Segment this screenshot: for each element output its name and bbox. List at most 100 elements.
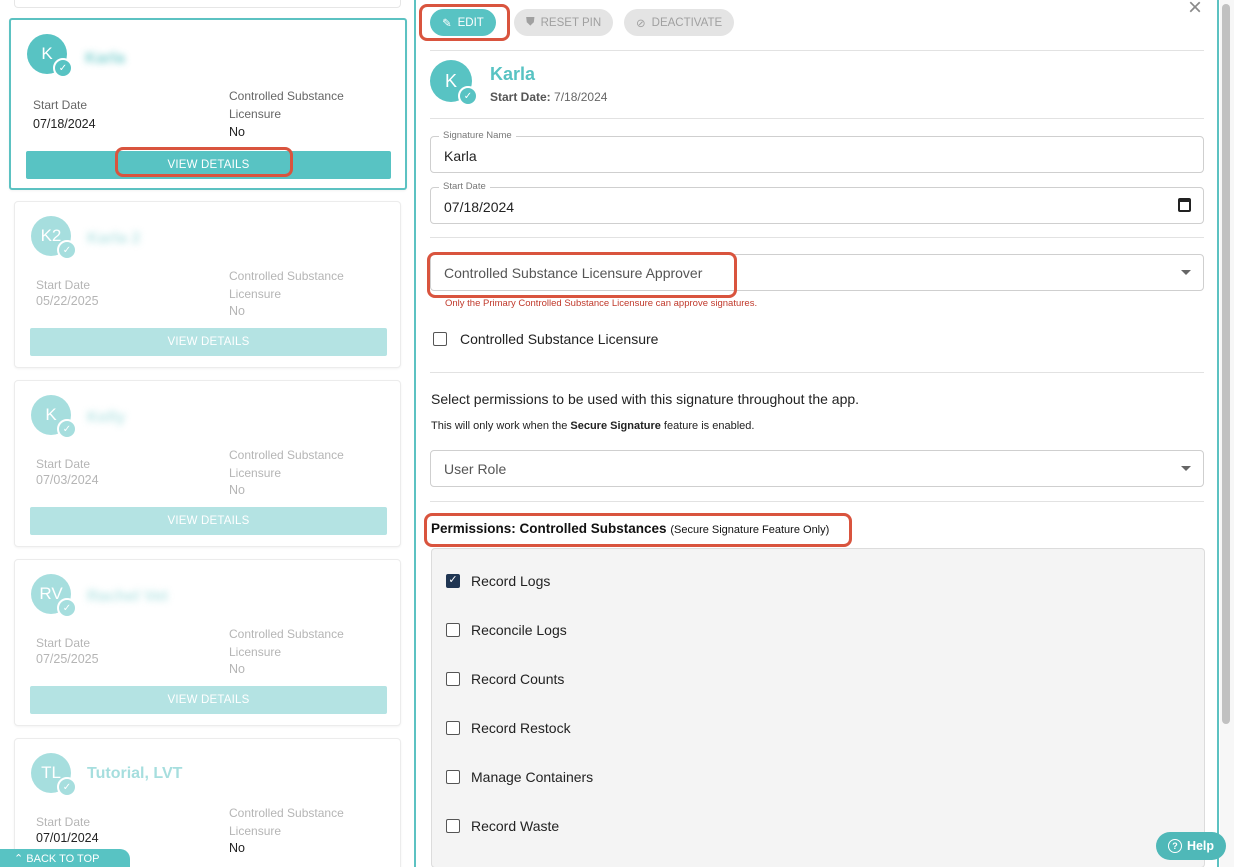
permissions-title-text: Permissions: Controlled Substances bbox=[431, 521, 667, 536]
cs-value: No bbox=[229, 304, 245, 318]
app-root: K ✓ Karla Start Date 07/18/2024 Controll… bbox=[0, 0, 1236, 867]
card-edge-previous bbox=[14, 0, 401, 8]
start-date-value: 07/25/2025 bbox=[36, 652, 99, 666]
divider bbox=[430, 237, 1204, 238]
secure-signature-note: This will only work when the Secure Sign… bbox=[431, 420, 754, 432]
cs-label: Controlled Substance bbox=[229, 448, 344, 462]
close-icon[interactable]: × bbox=[1188, 0, 1202, 22]
view-details-button[interactable]: VIEW DETAILS bbox=[30, 686, 387, 714]
approver-select-value: Controlled Substance Licensure Approver bbox=[444, 265, 703, 281]
permissions-list: ✓ Record Logs Reconcile Logs Record Coun… bbox=[431, 548, 1205, 867]
avatar: K ✓ bbox=[31, 395, 77, 439]
signature-badge-icon: ✓ bbox=[458, 86, 478, 106]
view-details-button[interactable]: VIEW DETAILS bbox=[30, 507, 387, 535]
signature-detail-panel: ✎ EDIT ⛊ RESET PIN ⊘ DEACTIVATE × K ✓ Ka… bbox=[414, 0, 1219, 867]
secure-note-prefix: This will only work when the bbox=[431, 420, 571, 432]
signature-badge-icon: ✓ bbox=[57, 777, 77, 797]
start-date-label: Start Date bbox=[33, 98, 88, 112]
start-date-legend: Start Date bbox=[439, 181, 490, 192]
start-date-label: Start Date bbox=[36, 815, 91, 829]
approver-error-text: Only the Primary Controlled Substance Li… bbox=[445, 298, 758, 309]
view-details-button[interactable]: VIEW DETAILS bbox=[30, 328, 387, 356]
start-date-label: Start Date bbox=[36, 457, 91, 471]
signature-badge-icon: ✓ bbox=[57, 419, 77, 439]
card-name: Kelly bbox=[87, 409, 126, 426]
signature-list: K ✓ Karla Start Date 07/18/2024 Controll… bbox=[0, 0, 410, 867]
scrollbar-thumb[interactable] bbox=[1222, 4, 1230, 724]
back-to-top-button[interactable]: ⌃ BACK TO TOP bbox=[0, 849, 130, 867]
cs-label: Controlled Substance bbox=[229, 89, 344, 103]
start-date-field[interactable]: Start Date 07/18/2024 bbox=[430, 181, 1204, 224]
divider bbox=[430, 372, 1204, 373]
eye-off-icon: ⊘ bbox=[636, 17, 646, 30]
reset-pin-button[interactable]: ⛊ RESET PIN bbox=[514, 9, 614, 36]
signature-card-rachel-vet[interactable]: RV ✓ Rachel Vet Start Date 07/25/2025 Co… bbox=[14, 559, 401, 726]
record-waste-checkbox[interactable] bbox=[446, 819, 460, 833]
cs-licensure-checkbox[interactable] bbox=[433, 332, 447, 346]
detail-start-date-value: 7/18/2024 bbox=[554, 90, 608, 104]
permission-label: Manage Containers bbox=[471, 769, 594, 785]
shield-icon: ⛊ bbox=[526, 16, 535, 28]
permission-label: Record Waste bbox=[471, 818, 560, 834]
view-details-button[interactable]: VIEW DETAILS bbox=[26, 151, 391, 179]
permission-label: Record Logs bbox=[471, 573, 551, 589]
record-restock-checkbox[interactable] bbox=[446, 721, 460, 735]
calendar-icon[interactable] bbox=[1178, 198, 1191, 212]
start-date-label: Start Date bbox=[36, 278, 91, 292]
card-name: Karla 2 bbox=[87, 230, 141, 247]
deactivate-button[interactable]: ⊘ DEACTIVATE bbox=[624, 9, 735, 36]
signature-name-legend: Signature Name bbox=[439, 130, 516, 141]
edit-button[interactable]: ✎ EDIT bbox=[430, 9, 496, 36]
cs-label-2: Licensure bbox=[229, 287, 282, 301]
avatar: TL ✓ bbox=[31, 753, 77, 797]
cs-label-2: Licensure bbox=[229, 107, 282, 121]
cs-label: Controlled Substance bbox=[229, 269, 344, 283]
approver-select[interactable]: Controlled Substance Licensure Approver bbox=[430, 254, 1204, 291]
divider bbox=[430, 501, 1204, 502]
card-name: Rachel Vet bbox=[87, 588, 168, 605]
start-date-field-value: 07/18/2024 bbox=[444, 199, 515, 215]
divider bbox=[430, 118, 1204, 119]
scrollbar[interactable] bbox=[1220, 0, 1234, 867]
detail-avatar: K ✓ bbox=[430, 60, 478, 106]
signature-card-tutorial-lvt[interactable]: TL ✓ Tutorial, LVT Start Date 07/01/2024… bbox=[14, 738, 401, 867]
detail-start-date-label: Start Date: bbox=[490, 90, 551, 104]
permissions-intro: Select permissions to be used with this … bbox=[431, 391, 860, 407]
cs-value: No bbox=[229, 841, 245, 855]
avatar-initials: TL bbox=[41, 763, 61, 782]
signature-card-karla[interactable]: K ✓ Karla Start Date 07/18/2024 Controll… bbox=[9, 18, 407, 190]
record-counts-checkbox[interactable] bbox=[446, 672, 460, 686]
card-name: Karla bbox=[85, 50, 126, 67]
user-role-select[interactable]: User Role bbox=[430, 450, 1204, 487]
help-button[interactable]: ? Help bbox=[1156, 832, 1226, 860]
signature-name-field[interactable]: Signature Name Karla bbox=[430, 130, 1204, 173]
reconcile-logs-checkbox[interactable] bbox=[446, 623, 460, 637]
start-date-value: 07/18/2024 bbox=[33, 117, 96, 131]
signature-card-kelly[interactable]: K ✓ Kelly Start Date 07/03/2024 Controll… bbox=[14, 380, 401, 547]
record-logs-checkbox[interactable]: ✓ bbox=[446, 574, 460, 588]
start-date-label: Start Date bbox=[36, 636, 91, 650]
avatar: K ✓ bbox=[27, 34, 73, 78]
edit-label: EDIT bbox=[457, 16, 484, 29]
help-label: Help bbox=[1186, 839, 1215, 853]
secure-note-suffix: feature is enabled. bbox=[660, 420, 755, 432]
manage-containers-checkbox[interactable] bbox=[446, 770, 460, 784]
pencil-icon: ✎ bbox=[442, 17, 452, 30]
avatar: K2 ✓ bbox=[31, 216, 77, 260]
deactivate-label: DEACTIVATE bbox=[651, 16, 723, 29]
signature-badge-icon: ✓ bbox=[57, 598, 77, 618]
signature-badge-icon: ✓ bbox=[53, 58, 73, 78]
caret-down-icon bbox=[1181, 270, 1191, 275]
question-icon: ? bbox=[1167, 839, 1182, 853]
signature-card-karla-2[interactable]: K2 ✓ Karla 2 Start Date 05/22/2025 Contr… bbox=[14, 201, 401, 368]
avatar-initials: K bbox=[41, 44, 53, 63]
permission-label: Record Restock bbox=[471, 720, 571, 736]
cs-value: No bbox=[229, 483, 245, 497]
user-role-value: User Role bbox=[444, 461, 507, 477]
avatar: RV ✓ bbox=[31, 574, 77, 618]
permissions-title-note: (Secure Signature Feature Only) bbox=[670, 524, 830, 536]
cs-label: Controlled Substance bbox=[229, 627, 344, 641]
start-date-value: 07/01/2024 bbox=[36, 831, 99, 845]
secure-note-bold: Secure Signature bbox=[570, 420, 661, 432]
reset-pin-label: RESET PIN bbox=[540, 16, 602, 29]
